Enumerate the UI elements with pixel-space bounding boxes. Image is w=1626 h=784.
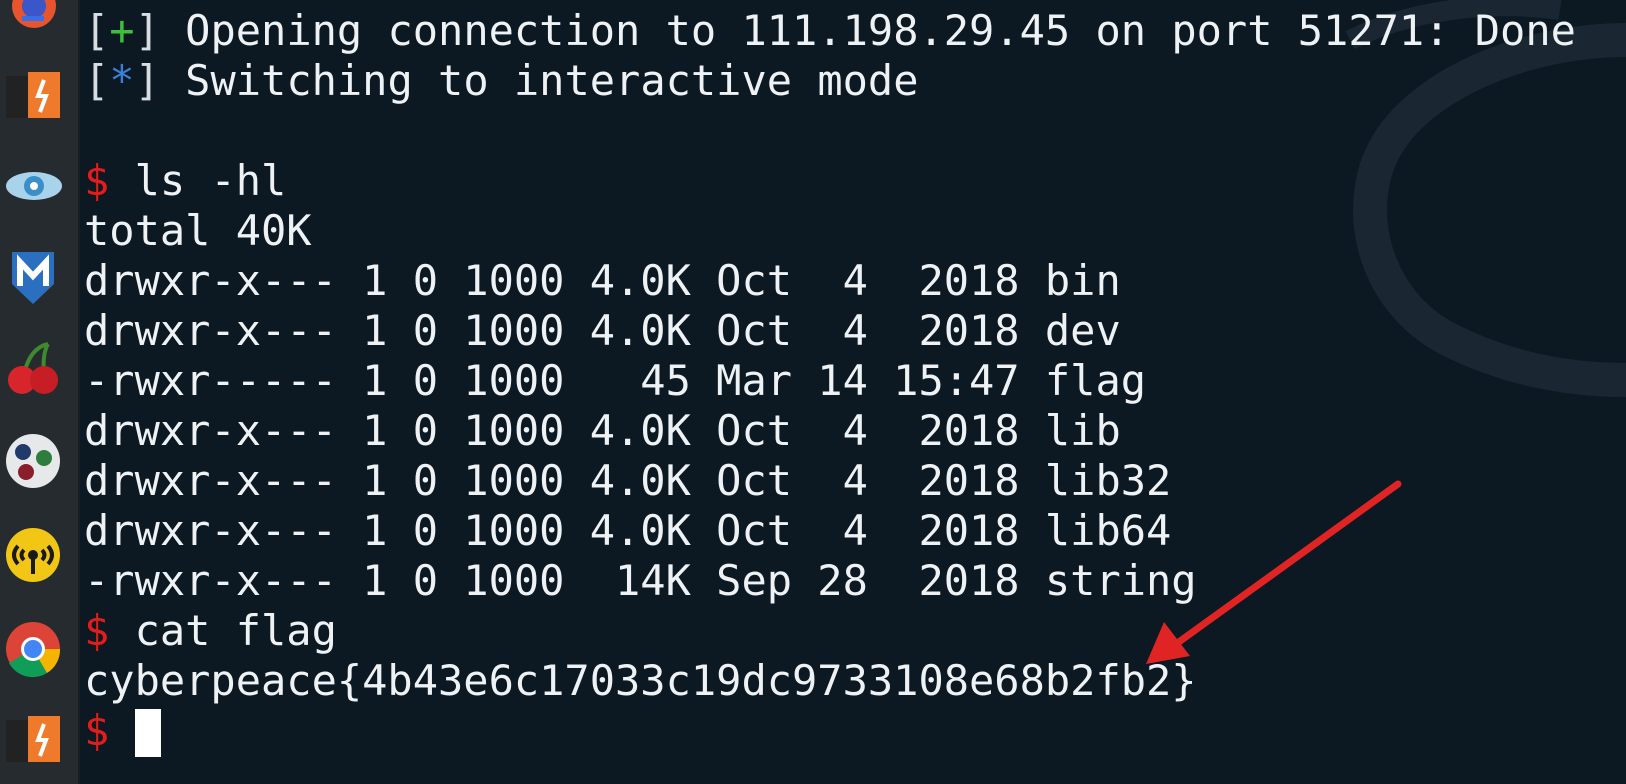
- firefox-icon[interactable]: [4, 0, 62, 36]
- wifi-broadcast-icon[interactable]: [4, 526, 62, 584]
- kali-dragon-watermark: [1345, 0, 1626, 397]
- bracket: [: [84, 6, 110, 55]
- ls-row: -rwxr----- 1 0 1000 45 Mar 14 15:47 flag: [84, 356, 1147, 405]
- command-text: cat flag: [109, 606, 337, 655]
- ls-row: drwxr-x--- 1 0 1000 4.0K Oct 4 2018 bin: [84, 256, 1121, 305]
- bracket: ]: [134, 56, 160, 105]
- text-cursor[interactable]: [135, 709, 162, 757]
- connection-status-line: [+] Opening connection to 111.198.29.45 …: [84, 6, 1576, 56]
- ls-row: drwxr-x--- 1 0 1000 4.0K Oct 4 2018 lib: [84, 406, 1121, 455]
- ls-command-line: $ ls -hl: [84, 156, 286, 206]
- application-dock: [0, 0, 80, 784]
- eye-icon[interactable]: [4, 156, 62, 214]
- cat-command-line: $ cat flag: [84, 606, 337, 656]
- chrome-icon[interactable]: [4, 620, 62, 678]
- mode-status-line: [*] Switching to interactive mode: [84, 56, 918, 106]
- shell-prompt: $: [84, 606, 110, 655]
- mode-status-text: Switching to interactive mode: [159, 56, 919, 105]
- maltego-icon[interactable]: [4, 432, 62, 490]
- ls-row: drwxr-x--- 1 0 1000 4.0K Oct 4 2018 lib3…: [84, 456, 1172, 505]
- burpsuite-icon[interactable]: [4, 68, 62, 126]
- ls-row: -rwxr-x--- 1 0 1000 14K Sep 28 2018 stri…: [84, 556, 1197, 605]
- bracket: [: [84, 56, 110, 105]
- input-prompt-line[interactable]: $: [84, 706, 162, 757]
- shell-prompt: $: [84, 706, 110, 755]
- ls-row: drwxr-x--- 1 0 1000 4.0K Oct 4 2018 dev: [84, 306, 1121, 355]
- cherrytree-icon[interactable]: [4, 340, 62, 398]
- connection-status-text: Opening connection to 111.198.29.45 on p…: [159, 6, 1576, 55]
- command-text: ls -hl: [109, 156, 287, 205]
- ls-total-line: total 40K: [84, 206, 312, 255]
- shell-prompt: $: [84, 156, 110, 205]
- success-marker: +: [109, 6, 135, 55]
- flag-output: cyberpeace{4b43e6c17033c19dc9733108e68b2…: [84, 656, 1197, 705]
- ls-row: drwxr-x--- 1 0 1000 4.0K Oct 4 2018 lib6…: [84, 506, 1172, 555]
- burpsuite-icon[interactable]: [4, 712, 62, 770]
- metasploit-icon[interactable]: [4, 248, 62, 306]
- bracket: ]: [134, 6, 160, 55]
- info-marker: *: [109, 56, 135, 105]
